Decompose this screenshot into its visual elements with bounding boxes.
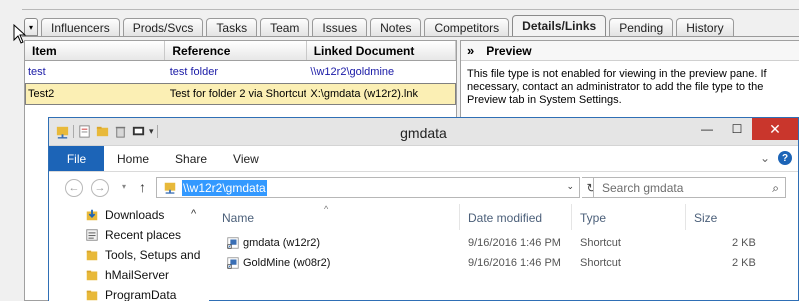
top-divider (22, 0, 799, 10)
tab-team[interactable]: Team (260, 18, 310, 36)
file-date-modified: 9/16/2016 1:46 PM (468, 257, 561, 269)
nav-item-programdata[interactable]: ProgramData (85, 286, 176, 301)
file-date-modified: 9/16/2016 1:46 PM (468, 237, 561, 249)
preview-title: Preview (486, 43, 532, 58)
folder-icon (86, 250, 98, 261)
help-icon[interactable]: ? (778, 151, 792, 165)
column-header-name[interactable]: Name (222, 211, 254, 225)
file-row[interactable]: GoldMine (w08r2) 9/16/2016 1:46 PM Short… (209, 254, 798, 274)
nav-item-label: Recent places (105, 228, 182, 242)
maximize-button[interactable]: ☐ (722, 118, 752, 140)
collapse-preview-icon[interactable]: » (467, 43, 474, 58)
file-row[interactable]: gmdata (w12r2) 9/16/2016 1:46 PM Shortcu… (209, 234, 798, 254)
back-button[interactable]: ← (65, 179, 83, 197)
ribbon-right-controls: ⌄ ? (760, 151, 792, 165)
file-name: GoldMine (w08r2) (243, 257, 331, 269)
file-list: ^ Name Date modified Type Size gmdata (w… (209, 204, 798, 301)
file-type: Shortcut (580, 237, 621, 249)
nav-item-label: ProgramData (105, 288, 177, 301)
row-linked-document: X:\gmdata (w12r2).lnk (310, 88, 418, 100)
column-header-reference[interactable]: Reference (165, 41, 307, 60)
preview-header: » Preview (461, 41, 799, 61)
window-title: gmdata (400, 125, 447, 141)
recent-places-icon (86, 229, 98, 241)
column-header-linked-document[interactable]: Linked Document (307, 41, 456, 60)
tab-pending[interactable]: Pending (609, 18, 674, 36)
tab-competitors[interactable]: Competitors (424, 18, 510, 36)
expand-ribbon-icon[interactable]: ⌄ (760, 151, 770, 165)
row-reference: Test for folder 2 via Shortcut (169, 88, 307, 100)
column-divider[interactable] (459, 204, 460, 230)
minimize-button[interactable]: — (692, 118, 722, 140)
row-item: Test2 (28, 88, 55, 100)
tab-history[interactable]: History (676, 18, 734, 36)
ribbon-tab-file[interactable]: File (49, 146, 104, 171)
address-text[interactable]: \\w12r2\gmdata (182, 179, 267, 196)
tab-prods-svcs[interactable]: Prods/Svcs (122, 18, 204, 36)
navigation-pane: Downloads Recent places Tools, Setups an… (49, 204, 209, 301)
sort-ascending-icon: ^ (324, 204, 329, 214)
row-linked-document: \\w12r2\goldmine (310, 66, 395, 78)
mouse-cursor-icon (13, 24, 27, 44)
detail-tabs: ▾ Influencers Prods/Svcs Tasks Team Issu… (24, 15, 737, 36)
search-icon[interactable]: ⌕ (772, 181, 779, 196)
nav-item-recent-places[interactable]: Recent places (85, 226, 181, 244)
column-headers: ^ Name Date modified Type Size (209, 204, 798, 230)
column-divider[interactable] (685, 204, 686, 230)
column-header-size[interactable]: Size (694, 211, 717, 225)
nav-item-downloads[interactable]: Downloads (85, 206, 164, 224)
nav-item-label: hMailServer (105, 268, 170, 282)
tab-influencers[interactable]: Influencers (41, 18, 120, 36)
forward-button[interactable]: → (91, 179, 109, 197)
shortcut-icon (227, 237, 239, 249)
row-reference: test folder (169, 66, 218, 78)
downloads-icon (86, 209, 98, 221)
grid-header: Item Reference Linked Document (25, 41, 456, 61)
file-size: 2 KB (732, 237, 756, 249)
address-bar-row: ← → ▾ ↑ \\w12r2\gmdata ⌄ ↻ Search gmdata… (49, 172, 798, 202)
ribbon-tabs: File Home Share View (49, 146, 798, 172)
ribbon-tab-home[interactable]: Home (104, 146, 162, 171)
tab-baseline (22, 36, 799, 37)
nav-item-tools-setups[interactable]: Tools, Setups and (85, 246, 207, 264)
up-button[interactable]: ↑ (139, 179, 146, 195)
column-header-date-modified[interactable]: Date modified (468, 211, 542, 225)
search-placeholder: Search gmdata (602, 180, 684, 195)
folder-icon (86, 290, 98, 301)
grid-row-selected[interactable]: Test2 Test for folder 2 via Shortcut X:\… (25, 83, 456, 105)
grid-row[interactable]: test test folder \\w12r2\goldmine (25, 61, 456, 83)
column-header-type[interactable]: Type (580, 211, 606, 225)
file-name: gmdata (w12r2) (243, 237, 321, 249)
preview-message: This file type is not enabled for viewin… (467, 68, 767, 106)
nav-item-label: Tools, Setups and (105, 248, 201, 262)
explorer-window: ▾ gmdata — ☐ ✕ File Home Share View ⌄ ? … (48, 117, 799, 301)
column-divider[interactable] (571, 204, 572, 230)
file-size: 2 KB (732, 257, 756, 269)
row-item: test (28, 66, 46, 78)
title-bar[interactable]: ▾ gmdata — ☐ ✕ (49, 118, 798, 146)
file-type: Shortcut (580, 257, 621, 269)
address-dropdown-icon[interactable]: ⌄ (566, 181, 574, 192)
search-input[interactable]: Search gmdata ⌕ (593, 177, 786, 198)
network-folder-icon (164, 182, 176, 194)
address-field[interactable]: \\w12r2\gmdata ⌄ (156, 177, 580, 198)
recent-locations-icon[interactable]: ▾ (122, 182, 126, 191)
column-header-item[interactable]: Item (25, 41, 166, 60)
tab-issues[interactable]: Issues (312, 18, 368, 36)
tab-notes[interactable]: Notes (370, 18, 422, 36)
ribbon-tab-view[interactable]: View (220, 146, 272, 171)
tab-tasks[interactable]: Tasks (206, 18, 258, 36)
ribbon-tab-share[interactable]: Share (162, 146, 220, 171)
close-button[interactable]: ✕ (752, 118, 798, 140)
nav-item-label: Downloads (105, 208, 165, 222)
tab-details-links[interactable]: Details/Links (512, 15, 607, 36)
nav-item-hmailserver[interactable]: hMailServer (85, 266, 169, 284)
folder-icon (86, 270, 98, 281)
shortcut-icon (227, 257, 239, 269)
collapse-arrow-icon[interactable]: ^ (191, 208, 196, 220)
window-controls: — ☐ ✕ (692, 118, 798, 140)
